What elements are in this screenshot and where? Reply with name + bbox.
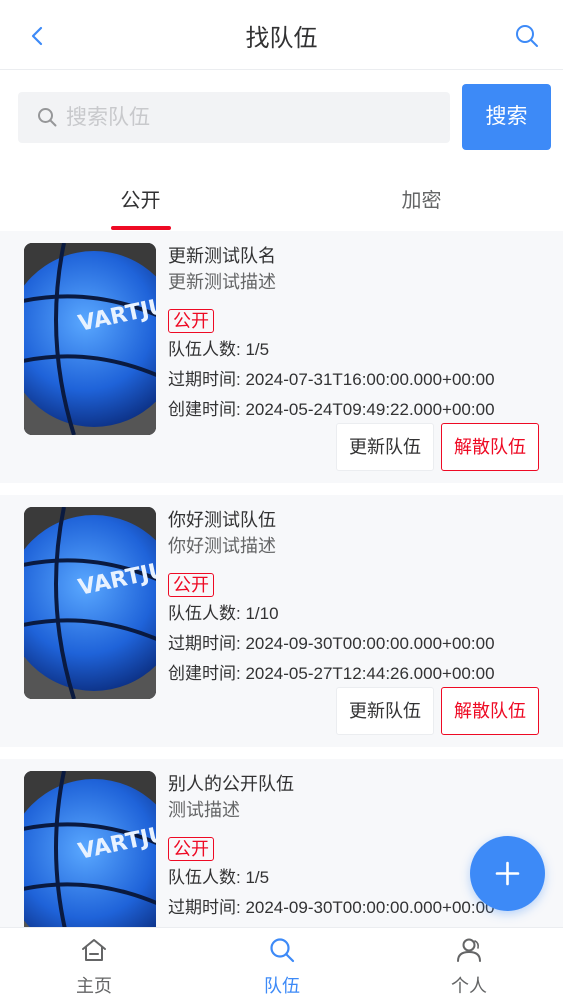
tabbar-label: 主页 xyxy=(76,976,112,996)
team-member-count: 队伍人数: 1/5 xyxy=(168,340,270,359)
team-card: VARTJU 你好测试队伍 你好测试描述 公开 队伍人数: 1/10 过期时间:… xyxy=(0,495,563,747)
update-team-button[interactable]: 更新队伍 xyxy=(336,687,434,735)
team-member-count: 队伍人数: 1/10 xyxy=(168,604,279,623)
tabbar-label: 队伍 xyxy=(264,976,300,996)
page-title: 找队伍 xyxy=(245,25,318,52)
tabbar-item-team[interactable]: 队伍 xyxy=(188,928,376,1001)
team-type-tabs: 公开 加密 xyxy=(0,170,563,231)
search-field xyxy=(18,92,450,143)
update-team-button[interactable]: 更新队伍 xyxy=(336,423,434,471)
search-icon xyxy=(270,938,295,963)
dismiss-team-button[interactable]: 解散队伍 xyxy=(441,687,539,735)
search-icon xyxy=(36,106,58,128)
team-name: 更新测试队名 xyxy=(168,246,276,266)
team-create-time: 创建时间: 2024-05-24T09:49:22.000+00:00 xyxy=(168,400,495,419)
team-image: VARTJU xyxy=(24,507,156,699)
team-description: 你好测试描述 xyxy=(168,536,276,556)
search-input[interactable] xyxy=(66,92,436,143)
tabbar-item-profile[interactable]: 个人 xyxy=(375,928,563,1001)
home-icon xyxy=(82,939,106,961)
tabbar-label: 个人 xyxy=(451,976,487,996)
nav-bar: 找队伍 xyxy=(0,0,563,70)
search-button[interactable]: 搜索 xyxy=(462,84,551,150)
team-list[interactable]: VARTJU 更新测试队名 更新测试描述 公开 队伍人数: 1/5 过期时间: … xyxy=(0,231,563,928)
status-tag: 公开 xyxy=(168,309,214,333)
team-description: 更新测试描述 xyxy=(168,272,276,292)
team-name: 你好测试队伍 xyxy=(168,510,276,530)
active-tab-indicator xyxy=(111,226,171,230)
search-icon[interactable] xyxy=(511,20,543,52)
user-icon xyxy=(457,938,481,962)
tab-encrypted[interactable]: 加密 xyxy=(281,184,562,213)
team-card: VARTJU 更新测试队名 更新测试描述 公开 队伍人数: 1/5 过期时间: … xyxy=(0,231,563,483)
tab-public[interactable]: 公开 xyxy=(0,184,281,213)
team-expire-time: 过期时间: 2024-07-31T16:00:00.000+00:00 xyxy=(168,370,495,389)
dismiss-team-button[interactable]: 解散队伍 xyxy=(441,423,539,471)
team-info: 更新测试队名 更新测试描述 公开 队伍人数: 1/5 过期时间: 2024-07… xyxy=(168,243,548,425)
team-image: VARTJU xyxy=(24,771,156,928)
team-expire-time: 过期时间: 2024-09-30T00:00:00.000+00:00 xyxy=(168,634,495,653)
team-image: VARTJU xyxy=(24,243,156,435)
tabbar-item-home[interactable]: 主页 xyxy=(0,928,188,1001)
team-description: 测试描述 xyxy=(168,800,240,820)
status-tag: 公开 xyxy=(168,837,214,861)
team-name: 别人的公开队伍 xyxy=(168,774,294,794)
bottom-tab-bar: 主页 队伍 个人 xyxy=(0,927,563,1001)
team-info: 你好测试队伍 你好测试描述 公开 队伍人数: 1/10 过期时间: 2024-0… xyxy=(168,507,548,689)
add-team-button[interactable] xyxy=(470,836,545,911)
status-tag: 公开 xyxy=(168,573,214,597)
plus-icon xyxy=(495,861,520,886)
team-create-time: 创建时间: 2024-05-27T12:44:26.000+00:00 xyxy=(168,664,495,683)
